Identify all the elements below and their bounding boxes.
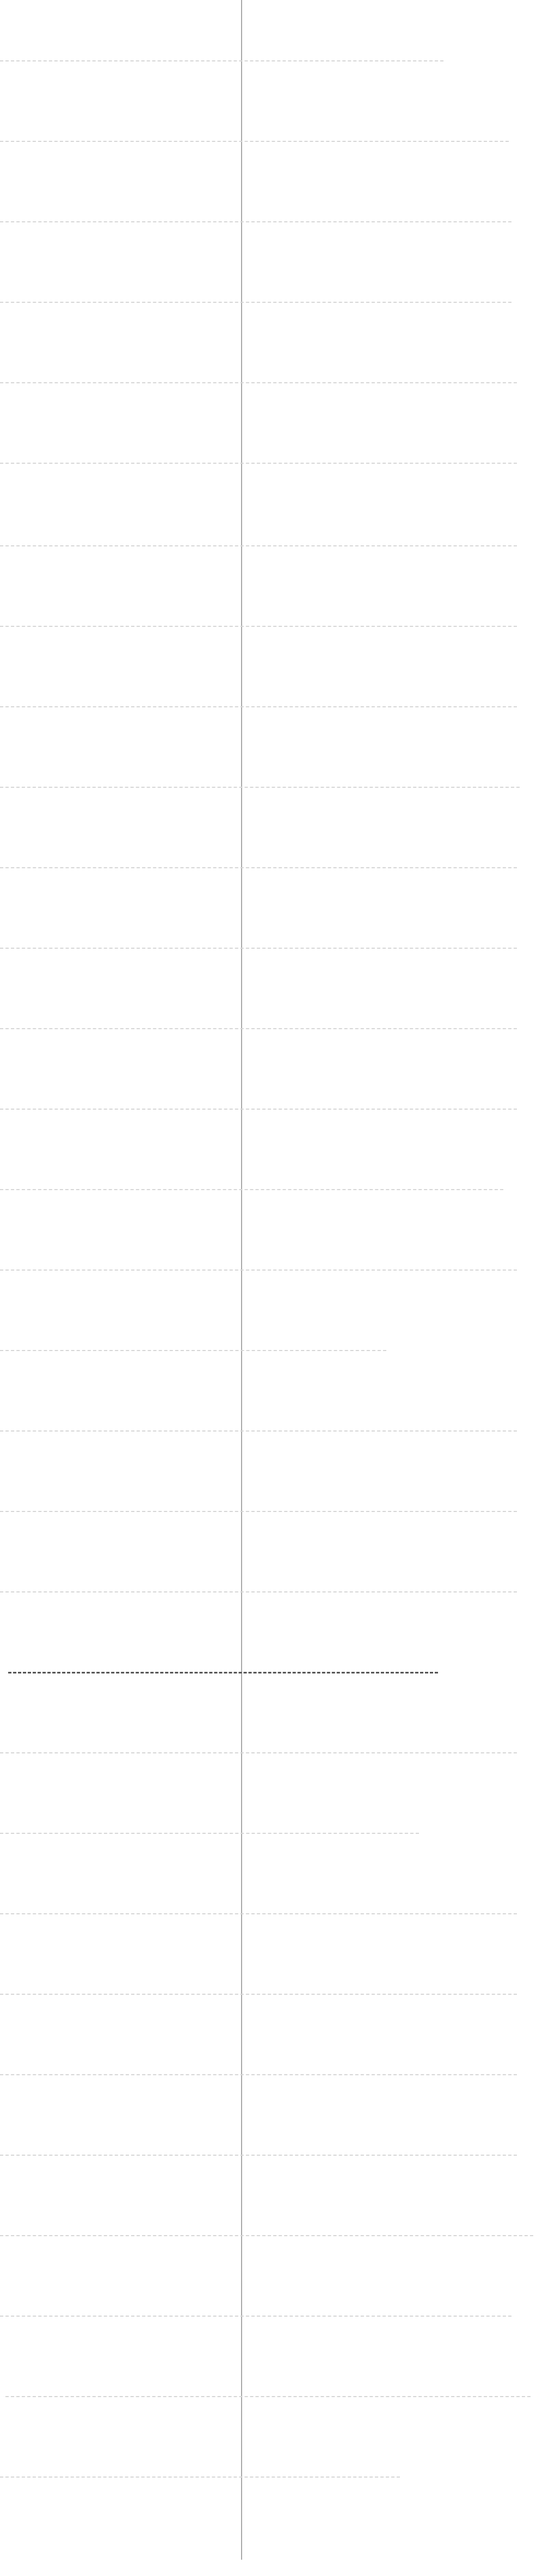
dashed-rule-26 (0, 2074, 517, 2075)
dashed-rule-31 (0, 2477, 400, 2478)
dashed-rule-emphasized (8, 1672, 438, 1673)
dashed-rule-8 (0, 626, 517, 627)
dashed-rule-12 (0, 948, 517, 949)
dashed-rule-3 (0, 221, 511, 222)
dashed-rule-6 (0, 463, 517, 464)
dashed-rule-14 (0, 1109, 517, 1110)
dashed-rule-24 (0, 1913, 517, 1914)
dashed-rule-18 (0, 1430, 517, 1432)
dashed-rule-23 (0, 1833, 419, 1834)
dashed-rule-2 (0, 141, 509, 142)
dashed-rule-27 (0, 2155, 517, 2156)
dashed-rule-4 (0, 302, 511, 303)
dashed-rule-11 (0, 867, 517, 868)
dashed-rule-17 (0, 1350, 386, 1351)
dashed-rule-30 (5, 2396, 531, 2397)
dashed-rule-22 (0, 1752, 517, 1753)
dashed-rule-29 (0, 2316, 511, 2317)
dashed-rule-7 (0, 545, 517, 546)
dashed-rule-20 (0, 1591, 517, 1592)
dashed-rule-1 (0, 60, 443, 61)
dashed-rule-25 (0, 1994, 517, 1995)
dashed-rule-13 (0, 1028, 517, 1029)
dashed-rule-10 (0, 787, 520, 788)
dashed-rule-5 (0, 382, 517, 383)
dashed-rule-16 (0, 1270, 517, 1271)
dashed-rule-28 (0, 2235, 533, 2236)
dashed-rule-15 (0, 1189, 503, 1190)
vertical-divider-line (241, 0, 242, 2560)
dashed-rule-19 (0, 1511, 517, 1512)
dashed-rule-9 (0, 706, 517, 707)
blank-ruled-canvas (0, 0, 555, 2576)
